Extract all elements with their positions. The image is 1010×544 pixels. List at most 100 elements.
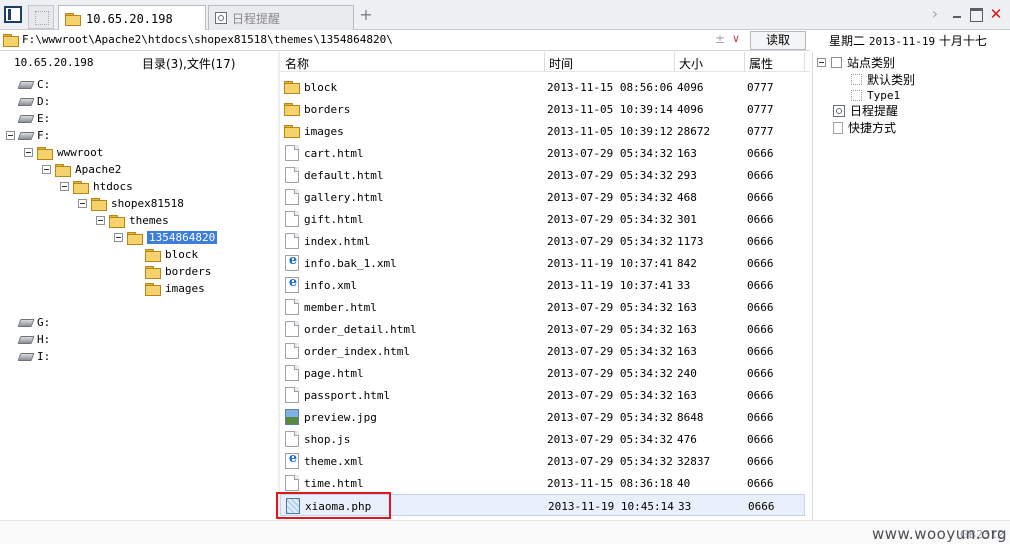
file-row[interactable]: images 2013-11-05 10:39:12 28672 0777 (280, 120, 805, 142)
collapse-icon[interactable] (42, 165, 51, 174)
tree-node-label: C: (37, 78, 51, 91)
file-row[interactable]: preview.jpg 2013-07-29 05:34:32 8648 0666 (280, 406, 805, 428)
file-row[interactable]: info.xml 2013-11-19 10:37:41 33 0666 (280, 274, 805, 296)
default-category-label: 默认类别 (867, 73, 916, 87)
tree-node[interactable]: wwwroot (24, 144, 103, 161)
shortcut-label: 快捷方式 (848, 121, 897, 135)
tree-node[interactable]: G: (17, 314, 50, 331)
tree-node[interactable]: Apache2 (42, 161, 121, 178)
collapse-icon[interactable] (6, 131, 15, 140)
tab-server[interactable]: 10.65.20.198 (58, 5, 206, 31)
tree-node[interactable]: borders (145, 263, 211, 280)
collapse-icon[interactable] (817, 58, 826, 67)
file-size: 28672 (677, 125, 711, 138)
file-size: 163 (677, 345, 697, 358)
folder-icon (37, 146, 53, 160)
tree-node[interactable]: F: (6, 127, 50, 144)
file-row[interactable]: passport.html 2013-07-29 05:34:32 163 0666 (280, 384, 805, 406)
file-row[interactable]: theme.xml 2013-07-29 05:34:32 32837 0666 (280, 450, 805, 472)
file-attr: 0777 (747, 125, 774, 138)
tree-node[interactable]: shopex81518 (78, 195, 184, 212)
read-button[interactable]: 读取 (750, 31, 806, 50)
file-row[interactable]: borders 2013-11-05 10:39:14 4096 0777 (280, 98, 805, 120)
tree-node[interactable]: I: (17, 348, 50, 365)
tree-node[interactable]: images (145, 280, 205, 297)
drive-icon (17, 335, 35, 344)
tree-node-label: H: (37, 333, 51, 346)
column-divider[interactable] (804, 52, 805, 72)
collapse-icon[interactable] (60, 182, 69, 191)
tree-node[interactable]: 1354864820 (114, 229, 218, 246)
folder-icon (3, 34, 19, 47)
column-divider[interactable] (744, 52, 745, 72)
plus-minus-icon[interactable]: ± (715, 32, 725, 46)
folder-icon (127, 231, 143, 245)
new-tab-button[interactable]: + (358, 6, 374, 24)
default-category-node[interactable]: 默认类别 (851, 71, 915, 88)
file-row[interactable]: index.html 2013-07-29 05:34:32 1173 0666 (280, 230, 805, 252)
column-time[interactable]: 时间 (549, 55, 573, 72)
column-size[interactable]: 大小 (679, 55, 703, 72)
schedule-node[interactable]: 日程提醒 (833, 102, 898, 119)
tree-node[interactable]: themes (96, 212, 169, 229)
file-icon (285, 321, 299, 337)
file-row[interactable]: time.html 2013-11-15 08:36:18 40 0666 (280, 472, 805, 494)
collapse-icon[interactable] (96, 216, 105, 225)
column-attr[interactable]: 属性 (749, 55, 773, 72)
column-divider[interactable] (674, 52, 675, 72)
folder-icon (284, 103, 300, 116)
file-icon (285, 343, 299, 359)
collapse-icon[interactable] (114, 233, 123, 242)
tree-node[interactable]: C: (17, 76, 51, 93)
file-name: images (304, 125, 344, 138)
chevron-right-icon[interactable]: › (927, 6, 943, 22)
file-row[interactable]: cart.html 2013-07-29 05:34:32 163 0666 (280, 142, 805, 164)
folder-icon (73, 180, 89, 194)
file-attr: 0666 (747, 389, 774, 402)
drive-icon (17, 80, 35, 89)
minimize-button[interactable] (949, 6, 965, 22)
close-button[interactable]: ✕ (988, 6, 1004, 22)
file-row[interactable]: shop.js 2013-07-29 05:34:32 476 0666 (280, 428, 805, 450)
site-category-node[interactable]: 站点类别 (817, 54, 895, 71)
file-attr: 0777 (747, 103, 774, 116)
file-row[interactable]: order_detail.html 2013-07-29 05:34:32 163 0… (280, 318, 805, 340)
file-row[interactable]: gallery.html 2013-07-29 05:34:32 468 0666 (280, 186, 805, 208)
file-row[interactable]: gift.html 2013-07-29 05:34:32 301 0666 (280, 208, 805, 230)
tab-schedule-label: 日程提醒 (232, 11, 281, 26)
file-row[interactable]: default.html 2013-07-29 05:34:32 293 0666 (280, 164, 805, 186)
file-row[interactable]: info.bak_1.xml 2013-11-19 10:37:41 842 0666 (280, 252, 805, 274)
file-row[interactable]: page.html 2013-07-29 05:34:32 240 0666 (280, 362, 805, 384)
file-size: 163 (677, 301, 697, 314)
tree-node[interactable]: htdocs (60, 178, 133, 195)
file-size: 1173 (677, 235, 704, 248)
tab-schedule[interactable]: 日程提醒 (208, 5, 354, 30)
drive-icon (17, 131, 35, 140)
path-input[interactable]: F:\wwwroot\Apache2\htdocs\shopex81518\th… (22, 33, 712, 46)
tree-node[interactable]: E: (17, 110, 50, 127)
chevron-down-icon[interactable]: ∨ (732, 32, 740, 45)
collapse-icon[interactable] (78, 199, 87, 208)
tree-node[interactable]: D: (17, 93, 50, 110)
file-name: borders (304, 103, 351, 116)
file-row[interactable]: order_index.html 2013-07-29 05:34:32 163 06… (280, 340, 805, 362)
file-attr: 0666 (747, 323, 774, 336)
collapse-icon[interactable] (24, 148, 33, 157)
shortcut-node[interactable]: 快捷方式 (833, 119, 896, 136)
file-size: 301 (677, 213, 697, 226)
column-name[interactable]: 名称 (285, 55, 309, 72)
watermark: www.wooyun.org (872, 525, 1008, 543)
tree-node[interactable]: block (145, 246, 198, 263)
file-list-header: 名称 时间 大小 属性 (280, 52, 810, 72)
tree-node[interactable]: H: (17, 331, 51, 348)
folder-icon (109, 214, 125, 228)
file-attr: 0666 (747, 411, 774, 424)
column-divider[interactable] (544, 52, 545, 72)
file-row[interactable]: member.html 2013-07-29 05:34:32 163 0666 (280, 296, 805, 318)
blank-tab-icon[interactable] (28, 5, 54, 29)
file-row[interactable]: block 2013-11-15 08:56:06 4096 0777 (280, 76, 805, 98)
xml-file-icon (285, 451, 300, 469)
app-menu-icon[interactable] (4, 6, 22, 23)
maximize-button[interactable] (968, 6, 984, 22)
file-size: 240 (677, 367, 697, 380)
